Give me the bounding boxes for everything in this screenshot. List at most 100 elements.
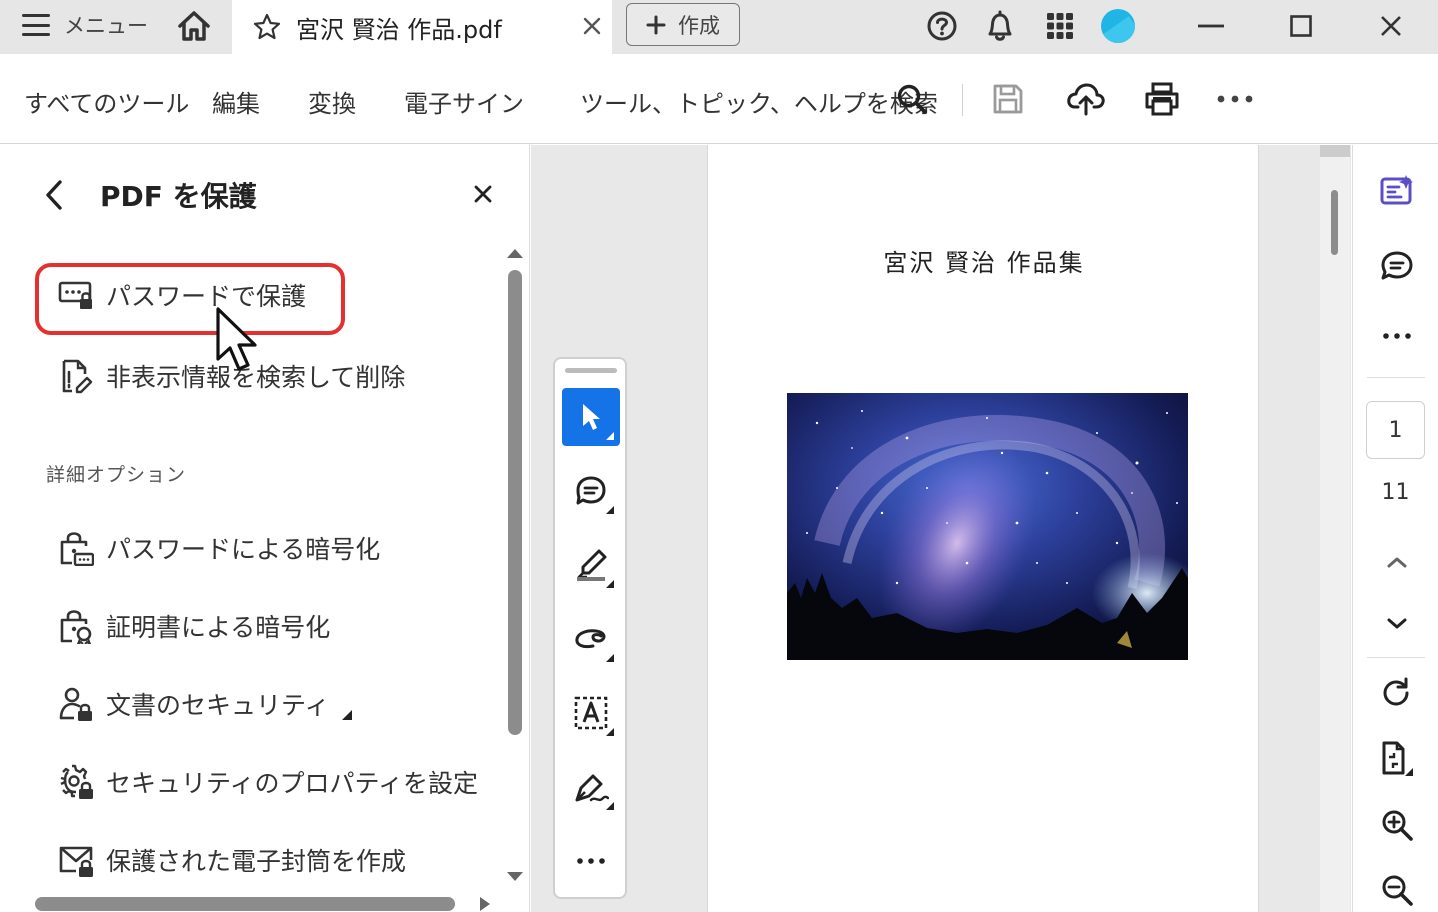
- document-security-item[interactable]: 文書のセキュリティ: [58, 686, 352, 722]
- save-button[interactable]: [986, 78, 1030, 120]
- minimize-icon: [1198, 24, 1224, 28]
- zoom-in-icon: [1382, 810, 1413, 841]
- tab-close-button[interactable]: [575, 10, 609, 42]
- plus-icon: [646, 15, 666, 34]
- chevron-down-icon: [1387, 618, 1407, 629]
- extract-pages-button[interactable]: [1369, 734, 1425, 784]
- comment-tool-button[interactable]: [562, 462, 620, 520]
- panel-horizontal-scroll-thumb[interactable]: [35, 897, 455, 911]
- back-button[interactable]: [34, 175, 74, 215]
- notifications-button[interactable]: [978, 6, 1022, 46]
- minimize-button[interactable]: [1186, 6, 1236, 46]
- draw-tool-button[interactable]: [562, 610, 620, 668]
- menu-label: メニュー: [64, 14, 148, 38]
- close-icon: [1381, 16, 1401, 36]
- more-horizontal-icon: [1217, 95, 1253, 103]
- night-sky-illustration: [787, 393, 1188, 660]
- rail-more-button[interactable]: [1369, 311, 1425, 361]
- zoom-in-button[interactable]: [1369, 800, 1425, 850]
- encrypt-password-item[interactable]: パスワードによる暗号化: [58, 530, 380, 566]
- home-button[interactable]: [165, 4, 223, 48]
- scroll-up-arrow-icon[interactable]: [505, 246, 525, 260]
- lock-password-icon: [60, 532, 94, 566]
- document-scrollbar[interactable]: [1320, 145, 1350, 912]
- sign-tool-button[interactable]: [562, 758, 620, 816]
- search-button[interactable]: [892, 78, 932, 120]
- menu-button[interactable]: メニュー: [0, 0, 150, 50]
- corner-indicator: [606, 654, 614, 662]
- print-button[interactable]: [1140, 78, 1184, 120]
- lock-certificate-icon: [60, 610, 92, 644]
- toolbar-divider: [962, 84, 963, 116]
- comments-panel-button[interactable]: [1369, 241, 1425, 291]
- zoom-out-button[interactable]: [1369, 865, 1425, 912]
- mouse-cursor-icon: [216, 307, 257, 371]
- encrypt-certificate-item[interactable]: 証明書による暗号化: [58, 608, 330, 644]
- more-horizontal-icon: [577, 858, 605, 864]
- palette-drag-handle[interactable]: [565, 368, 617, 373]
- esign-link[interactable]: 電子サイン: [404, 84, 524, 119]
- pdf-page[interactable]: 宮沢 賢治 作品集: [707, 145, 1259, 912]
- create-button[interactable]: 作成: [626, 3, 740, 46]
- close-icon: [583, 17, 601, 35]
- document-title: 宮沢 賢治 作品集: [883, 249, 1085, 277]
- select-tool-button[interactable]: [562, 388, 620, 446]
- scroll-right-arrow-icon[interactable]: [478, 896, 492, 912]
- quick-tools-palette: [553, 357, 627, 899]
- maximize-button[interactable]: [1276, 6, 1326, 46]
- zoom-out-icon: [1382, 875, 1413, 906]
- title-bar: メニュー 宮沢 賢治 作品.pdf 作成: [0, 0, 1438, 54]
- encrypt-certificate-label: 証明書による暗号化: [106, 613, 331, 642]
- window-close-button[interactable]: [1366, 6, 1416, 46]
- protect-pdf-panel: PDF を保護 パスワードで保護 非表示情報を検索して削除 詳細オプション パス…: [0, 145, 530, 912]
- hamburger-icon: [22, 14, 50, 36]
- document-scroll-thumb[interactable]: [1331, 190, 1338, 255]
- chevron-left-icon: [46, 180, 62, 210]
- upload-button[interactable]: [1064, 78, 1108, 120]
- submenu-corner-icon: [341, 710, 352, 720]
- corner-indicator: [606, 432, 614, 440]
- corner-indicator: [606, 802, 614, 810]
- secure-envelope-item[interactable]: 保護された電子封筒を作成: [58, 842, 406, 878]
- document-pages-icon: [1382, 741, 1413, 776]
- comment-icon: [576, 476, 606, 505]
- ai-assistant-button[interactable]: [1369, 165, 1425, 215]
- apps-button[interactable]: [1038, 6, 1082, 46]
- more-tools-button[interactable]: [1212, 78, 1258, 120]
- text-box-icon: [574, 696, 608, 730]
- avatar: [1101, 9, 1135, 43]
- highlight-tool-button[interactable]: [562, 536, 620, 594]
- encrypt-password-label: パスワードによる暗号化: [106, 535, 381, 564]
- all-tools-link[interactable]: すべてのツール: [24, 84, 189, 119]
- help-button[interactable]: [920, 6, 964, 46]
- redact-search-icon: [62, 359, 93, 394]
- convert-link[interactable]: 変換: [308, 84, 356, 119]
- starry-night-sky-image: [787, 393, 1188, 660]
- current-page-input[interactable]: 1: [1366, 401, 1425, 459]
- scroll-down-arrow-icon[interactable]: [505, 870, 525, 884]
- tool-search-label[interactable]: ツール、トピック、ヘルプを検索: [580, 84, 938, 119]
- search-icon: [897, 84, 927, 114]
- ai-assistant-icon: [1380, 175, 1413, 205]
- more-horizontal-icon: [1383, 333, 1411, 339]
- signature-pen-icon: [575, 774, 609, 802]
- panel-scroll-thumb[interactable]: [508, 270, 522, 735]
- edit-link[interactable]: 編集: [212, 84, 260, 119]
- next-page-button[interactable]: [1369, 599, 1425, 649]
- more-palette-tools-button[interactable]: [562, 832, 620, 890]
- security-properties-item[interactable]: セキュリティのプロパティを設定: [58, 764, 478, 800]
- bell-icon: [988, 10, 1012, 41]
- envelope-lock-icon: [59, 846, 93, 877]
- profile-button[interactable]: [1096, 6, 1140, 46]
- rotate-button[interactable]: [1369, 668, 1425, 718]
- help-icon: [927, 11, 957, 41]
- document-scroll-top-cap: [1320, 145, 1350, 157]
- text-box-tool-button[interactable]: [562, 684, 620, 742]
- create-label: 作成: [678, 13, 720, 38]
- gear-lock-icon: [60, 764, 93, 799]
- star-icon[interactable]: [252, 12, 282, 42]
- document-security-label: 文書のセキュリティ: [106, 691, 330, 720]
- document-tab[interactable]: 宮沢 賢治 作品.pdf: [232, 0, 612, 54]
- previous-page-button[interactable]: [1369, 537, 1425, 587]
- panel-close-button[interactable]: [466, 177, 500, 211]
